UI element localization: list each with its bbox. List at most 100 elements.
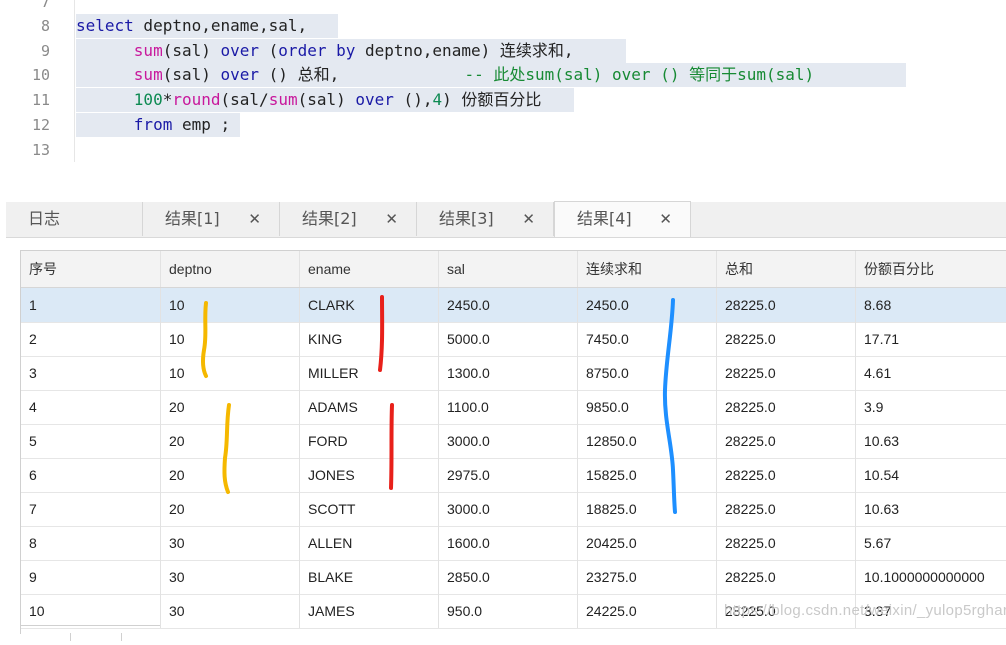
cell-total[interactable]: 28225.0 [717,288,856,322]
close-icon[interactable]: ✕ [522,202,535,236]
column-header[interactable]: ename [300,251,439,287]
code-text[interactable]: select deptno,ename,sal, [76,14,338,38]
cell-share-pct[interactable]: 10.63 [856,492,1006,526]
cell-running-sum[interactable]: 12850.0 [578,424,717,458]
cell-running-sum[interactable]: 8750.0 [578,356,717,390]
column-header[interactable]: 份额百分比 [856,251,1006,287]
cell-index[interactable]: 7 [21,492,161,526]
cell-index[interactable]: 9 [21,560,161,594]
tab-result-2[interactable]: 结果[2] ✕ [280,202,417,236]
cell-total[interactable]: 28225.0 [717,492,856,526]
cell-total[interactable]: 28225.0 [717,356,856,390]
cell-ename[interactable]: KING [300,322,439,356]
cell-deptno[interactable]: 10 [161,322,300,356]
cell-total[interactable]: 28225.0 [717,526,856,560]
code-line-8[interactable]: 8 select deptno,ename,sal, [0,14,1006,39]
cell-index[interactable]: 1 [21,288,161,322]
cell-ename[interactable]: JAMES [300,594,439,628]
cell-deptno[interactable]: 20 [161,424,300,458]
code-text[interactable]: from emp ; [76,113,240,137]
close-icon[interactable]: ✕ [659,202,672,236]
cell-running-sum[interactable]: 9850.0 [578,390,717,424]
cell-sal[interactable]: 950.0 [439,594,578,628]
cell-ename[interactable]: MILLER [300,356,439,390]
cell-ename[interactable]: FORD [300,424,439,458]
cell-running-sum[interactable]: 18825.0 [578,492,717,526]
cell-share-pct[interactable]: 5.67 [856,526,1006,560]
column-header[interactable]: sal [439,251,578,287]
cell-deptno[interactable]: 20 [161,458,300,492]
cell-share-pct[interactable]: 17.71 [856,322,1006,356]
cell-ename[interactable]: SCOTT [300,492,439,526]
column-header[interactable]: 序号 [21,251,161,287]
table-row[interactable]: 3 10 MILLER 1300.0 8750.0 28225.0 4.61 [21,356,1006,391]
cell-share-pct[interactable]: 10.54 [856,458,1006,492]
cell-ename[interactable]: ALLEN [300,526,439,560]
cell-deptno[interactable]: 30 [161,594,300,628]
tab-result-1[interactable]: 结果[1] ✕ [143,202,280,236]
cell-sal[interactable]: 5000.0 [439,322,578,356]
code-text[interactable]: sum(sal) over () 总和, -- 此处sum(sal) over … [76,63,906,87]
cell-index[interactable]: 10 [21,594,161,628]
code-line-10[interactable]: 10 sum(sal) over () 总和, -- 此处sum(sal) ov… [0,63,1006,88]
cell-ename[interactable]: JONES [300,458,439,492]
cell-index[interactable]: 8 [21,526,161,560]
cell-total[interactable]: 28225.0 [717,458,856,492]
cell-running-sum[interactable]: 2450.0 [578,288,717,322]
column-header[interactable]: deptno [161,251,300,287]
cell-total[interactable]: 28225.0 [717,322,856,356]
cell-sal[interactable]: 1600.0 [439,526,578,560]
cell-index[interactable]: 3 [21,356,161,390]
cell-share-pct[interactable]: 3.9 [856,390,1006,424]
cell-share-pct[interactable]: 8.68 [856,288,1006,322]
cell-share-pct[interactable]: 10.1000000000000 [856,560,1006,594]
cell-deptno[interactable]: 10 [161,288,300,322]
cell-sal[interactable]: 1300.0 [439,356,578,390]
column-header[interactable]: 总和 [717,251,856,287]
table-row[interactable]: 6 20 JONES 2975.0 15825.0 28225.0 10.54 [21,458,1006,493]
code-line-9[interactable]: 9 sum(sal) over (order by deptno,ename) … [0,39,1006,64]
close-icon[interactable]: ✕ [248,202,261,236]
tab-result-3[interactable]: 结果[3] ✕ [417,202,554,236]
cell-deptno[interactable]: 10 [161,356,300,390]
cell-ename[interactable]: ADAMS [300,390,439,424]
cell-sal[interactable]: 3000.0 [439,424,578,458]
cell-deptno[interactable]: 30 [161,526,300,560]
cell-deptno[interactable]: 20 [161,390,300,424]
code-line-12[interactable]: 12 from emp ; [0,113,1006,138]
cell-total[interactable]: 28225.0 [717,424,856,458]
cell-share-pct[interactable]: 4.61 [856,356,1006,390]
table-row[interactable]: 8 30 ALLEN 1600.0 20425.0 28225.0 5.67 [21,526,1006,561]
sql-editor[interactable]: 7 8 select deptno,ename,sal, 9 sum(sal) … [0,0,1006,198]
table-row[interactable]: 7 20 SCOTT 3000.0 18825.0 28225.0 10.63 [21,492,1006,527]
code-line-11[interactable]: 11 100*round(sal/sum(sal) over (),4) 份额百… [0,88,1006,113]
cell-running-sum[interactable]: 24225.0 [578,594,717,628]
table-row[interactable]: 5 20 FORD 3000.0 12850.0 28225.0 10.63 [21,424,1006,459]
cell-running-sum[interactable]: 23275.0 [578,560,717,594]
column-header[interactable]: 连续求和 [578,251,717,287]
table-row[interactable]: 2 10 KING 5000.0 7450.0 28225.0 17.71 [21,322,1006,357]
cell-index[interactable]: 4 [21,390,161,424]
cell-total[interactable]: 28225.0 [717,560,856,594]
tab-log[interactable]: 日志 [6,202,143,236]
cell-deptno[interactable]: 20 [161,492,300,526]
cell-sal[interactable]: 2450.0 [439,288,578,322]
cell-running-sum[interactable]: 7450.0 [578,322,717,356]
table-row[interactable]: 1 10 CLARK 2450.0 2450.0 28225.0 8.68 [21,288,1006,323]
cell-ename[interactable]: BLAKE [300,560,439,594]
cell-sal[interactable]: 1100.0 [439,390,578,424]
cell-sal[interactable]: 3000.0 [439,492,578,526]
table-row[interactable]: 4 20 ADAMS 1100.0 9850.0 28225.0 3.9 [21,390,1006,425]
cell-sal[interactable]: 2975.0 [439,458,578,492]
cell-index[interactable]: 2 [21,322,161,356]
code-text[interactable]: 100*round(sal/sum(sal) over (),4) 份额百分比 [76,88,574,112]
cell-running-sum[interactable]: 15825.0 [578,458,717,492]
cell-index[interactable]: 6 [21,458,161,492]
code-text[interactable]: sum(sal) over (order by deptno,ename) 连续… [76,39,626,63]
table-row[interactable]: 9 30 BLAKE 2850.0 23275.0 28225.0 10.100000000… [21,560,1006,595]
cell-sal[interactable]: 2850.0 [439,560,578,594]
cell-share-pct[interactable]: 10.63 [856,424,1006,458]
cell-total[interactable]: 28225.0 [717,390,856,424]
cell-index[interactable]: 5 [21,424,161,458]
cell-running-sum[interactable]: 20425.0 [578,526,717,560]
